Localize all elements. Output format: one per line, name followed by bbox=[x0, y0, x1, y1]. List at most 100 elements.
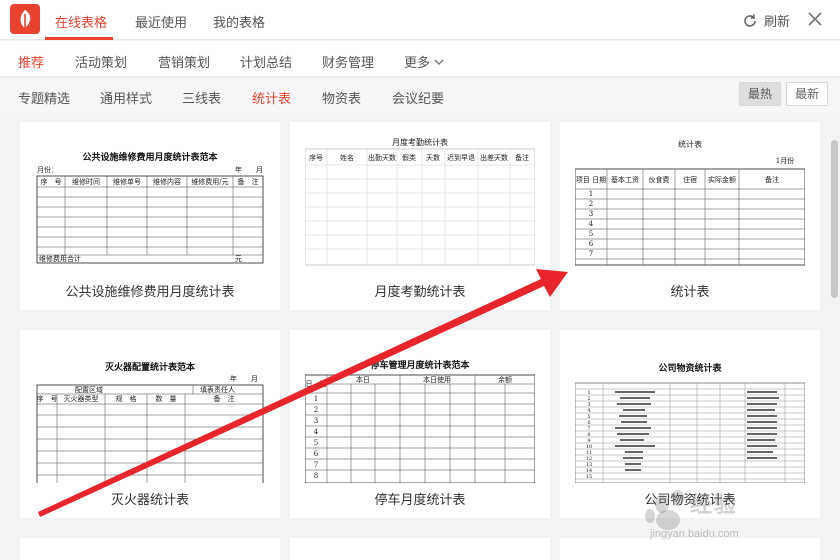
thumb-col: 维修内容 bbox=[153, 177, 181, 186]
subcategory-general[interactable]: 通用样式 bbox=[100, 88, 152, 107]
thumb-row-num: 1 bbox=[589, 190, 593, 198]
thumb-row-num: 3 bbox=[314, 417, 318, 425]
active-tab-indicator bbox=[45, 37, 113, 40]
template-title: 公共设施维修费用月度统计表 bbox=[65, 284, 235, 299]
thumb-title: 公司物资统计表 bbox=[658, 362, 722, 374]
close-icon[interactable] bbox=[806, 10, 824, 28]
thumb-date: 年 月 日 bbox=[230, 374, 265, 383]
template-card[interactable]: 停车管理月度统计表范本 日 期 本日 本日使用 余额 1 2 3 4 5 6 7… bbox=[290, 330, 550, 518]
tab-recent[interactable]: 最近使用 bbox=[135, 12, 187, 31]
refresh-button[interactable]: 刷新 bbox=[742, 11, 790, 30]
thumb-footer: 维修费用合计 bbox=[39, 254, 81, 263]
template-card[interactable]: 灭火器配置统计表范本 年 月 日 配置区域 填表责任人 序 号 灭火器类型 规 … bbox=[20, 330, 280, 518]
thumb-col: 序 号 bbox=[37, 394, 58, 403]
thumb-col: 项目 日期 bbox=[576, 176, 606, 184]
subcategory-three-line[interactable]: 三线表 bbox=[182, 88, 221, 107]
scrollbar-thumb[interactable] bbox=[831, 140, 838, 298]
thumb-group: 本日使用 bbox=[423, 375, 451, 384]
thumb-group: 余额 bbox=[498, 375, 512, 384]
thumb-area-label: 配置区域 bbox=[75, 385, 103, 394]
thumb-row-num: 5 bbox=[589, 230, 593, 238]
thumb-title: 公共设施维修费用月度统计表范本 bbox=[82, 151, 218, 163]
thumb-col: 序号 bbox=[309, 153, 323, 162]
thumb-col: 备注 bbox=[765, 175, 779, 184]
thumb-col: 姓名 bbox=[340, 153, 354, 162]
category-finance[interactable]: 财务管理 bbox=[322, 52, 374, 71]
template-title: 灭火器统计表 bbox=[110, 492, 189, 507]
thumb-row-num: 8 bbox=[314, 472, 318, 480]
chevron-down-icon bbox=[434, 59, 444, 65]
template-thumbnail: 月度考勤统计表 序号 姓名 出勤天数 假类 天数 迟到早退 出差天数 备注 bbox=[305, 135, 535, 275]
category-event-planning[interactable]: 活动策划 bbox=[75, 52, 127, 71]
thumb-row-num: 6 bbox=[314, 450, 319, 458]
thumb-col: 序 号 bbox=[41, 177, 62, 186]
subcategory-bar: 专题精选 通用样式 三线表 统计表 物资表 会议纪要 最热 最新 bbox=[0, 78, 840, 112]
sort-new-button[interactable]: 最新 bbox=[786, 82, 829, 106]
template-thumbnail: 灭火器配置统计表范本 年 月 日 配置区域 填表责任人 序 号 灭火器类型 规 … bbox=[35, 343, 265, 483]
thumb-row-num: 3 bbox=[589, 210, 593, 218]
subcategory-minutes[interactable]: 会议纪要 bbox=[392, 88, 444, 107]
thumb-col: 备 注 bbox=[214, 394, 235, 403]
category-recommended[interactable]: 推荐 bbox=[18, 52, 44, 71]
thumb-col: 维修单号 bbox=[113, 177, 141, 186]
tab-online-sheets[interactable]: 在线表格 bbox=[55, 12, 107, 31]
subcategory-materials[interactable]: 物资表 bbox=[322, 88, 361, 107]
thumb-row-num: 4 bbox=[589, 220, 594, 228]
template-card[interactable]: 公共设施维修费用月度统计表范本 月份： 年 月 序 号 维修时间 维修单号 维修… bbox=[20, 122, 280, 310]
thumb-col: 灭火器类型 bbox=[64, 394, 99, 403]
thumb-title: 停车管理月度统计表范本 bbox=[370, 359, 470, 371]
refresh-icon bbox=[744, 14, 756, 27]
thumb-unit: 月份： bbox=[37, 165, 58, 174]
thumb-row-num: 7 bbox=[314, 461, 318, 469]
thumb-footer-unit: 元 bbox=[235, 255, 242, 263]
thumb-col: 基本工资 bbox=[611, 175, 639, 184]
thumb-col: 出差天数 bbox=[480, 153, 508, 162]
thumb-row-num: 1 bbox=[314, 395, 318, 403]
thumb-row-num: 15 bbox=[586, 474, 592, 480]
thumb-title: 月度考勤统计表 bbox=[392, 137, 448, 147]
template-title: 月度考勤统计表 bbox=[374, 284, 466, 299]
sort-hot-button[interactable]: 最热 bbox=[739, 82, 782, 106]
template-thumbnail: 停车管理月度统计表范本 日 期 本日 本日使用 余额 1 2 3 4 5 6 7… bbox=[305, 343, 535, 483]
category-more-label: 更多 bbox=[404, 55, 431, 70]
thumb-col: 出勤天数 bbox=[368, 153, 396, 162]
thumb-col: 数 量 bbox=[156, 394, 177, 403]
top-bar: 在线表格 最近使用 我的表格 刷新 bbox=[0, 0, 840, 40]
category-bar: 推荐 活动策划 营销策划 计划总结 财务管理 更多 bbox=[0, 41, 840, 77]
thumb-col: 规 格 bbox=[116, 394, 137, 403]
thumb-col: 迟到早退 bbox=[447, 153, 475, 162]
thumb-col: 实际金额 bbox=[708, 175, 736, 184]
thumb-col: 天数 bbox=[426, 153, 440, 162]
refresh-label: 刷新 bbox=[764, 14, 791, 29]
thumb-title: 灭火器配置统计表范本 bbox=[104, 361, 196, 373]
template-thumbnail: 统计表 1月份 项目 日期 基本工资 伙食费 住宿 实际金额 备注 1 2 3 … bbox=[575, 135, 805, 275]
thumb-row-num: 2 bbox=[589, 200, 593, 208]
template-card[interactable] bbox=[290, 538, 550, 560]
thumb-row-num: 5 bbox=[314, 439, 318, 447]
template-card[interactable] bbox=[20, 538, 280, 560]
thumb-col: 日 期 bbox=[306, 380, 327, 388]
thumb-col: 维修费用/元 bbox=[191, 177, 228, 186]
thumb-row-num: 7 bbox=[589, 250, 593, 258]
subcategory-featured[interactable]: 专题精选 bbox=[18, 88, 70, 107]
watermark-url: jingyan.baidu.com bbox=[650, 528, 739, 540]
template-title: 统计表 bbox=[670, 284, 710, 299]
thumb-group: 本日 bbox=[356, 375, 370, 384]
thumb-date: 年 月 bbox=[235, 165, 263, 174]
thumb-col: 住宿 bbox=[683, 175, 697, 184]
thumb-col: 维修时间 bbox=[72, 177, 100, 186]
template-card[interactable]: 统计表 1月份 项目 日期 基本工资 伙食费 住宿 实际金额 备注 1 2 3 … bbox=[560, 122, 820, 310]
thumb-row-num: 6 bbox=[589, 240, 594, 248]
subcategory-statistics[interactable]: 统计表 bbox=[252, 88, 291, 107]
thumb-person-label: 填表责任人 bbox=[200, 385, 235, 394]
tab-my-sheets[interactable]: 我的表格 bbox=[213, 12, 265, 31]
app-logo-icon bbox=[10, 4, 40, 34]
thumb-month: 1月份 bbox=[776, 156, 794, 165]
thumb-row-num: 4 bbox=[314, 428, 319, 436]
category-more[interactable]: 更多 bbox=[404, 52, 444, 71]
category-marketing[interactable]: 营销策划 bbox=[158, 52, 210, 71]
template-card[interactable]: 月度考勤统计表 序号 姓名 出勤天数 假类 天数 迟到早退 出差天数 备注 月度… bbox=[290, 122, 550, 310]
thumb-col: 备注 bbox=[515, 153, 529, 162]
template-thumbnail: 公共设施维修费用月度统计表范本 月份： 年 月 序 号 维修时间 维修单号 维修… bbox=[35, 135, 265, 275]
category-plan-summary[interactable]: 计划总结 bbox=[240, 52, 292, 71]
